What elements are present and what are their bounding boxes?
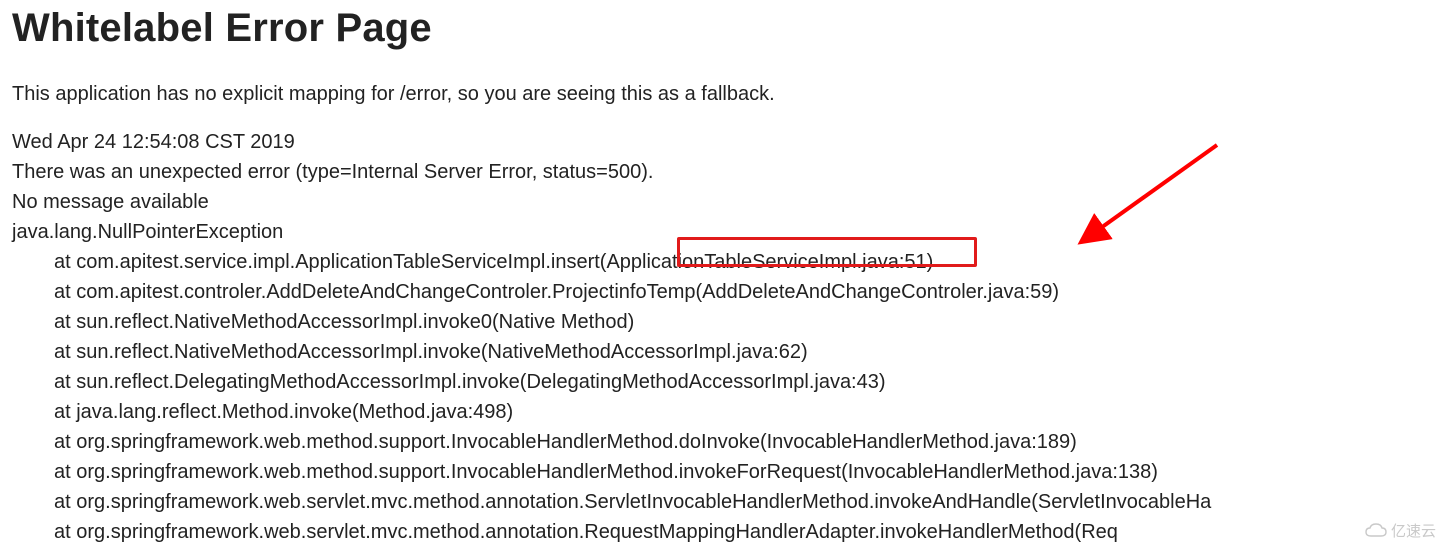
- stack-line: at org.springframework.web.method.suppor…: [12, 457, 1434, 487]
- stack-line: at org.springframework.web.servlet.mvc.m…: [12, 517, 1434, 547]
- timestamp: Wed Apr 24 12:54:08 CST 2019: [12, 127, 1434, 157]
- exception-class: java.lang.NullPointerException: [12, 217, 1434, 247]
- error-summary: There was an unexpected error (type=Inte…: [12, 157, 1434, 187]
- error-page: Whitelabel Error Page This application h…: [0, 0, 1446, 547]
- no-message: No message available: [12, 187, 1434, 217]
- stack-line: at com.apitest.service.impl.ApplicationT…: [12, 247, 1434, 277]
- fallback-message: This application has no explicit mapping…: [12, 79, 1434, 109]
- stack-line: at java.lang.reflect.Method.invoke(Metho…: [12, 397, 1434, 427]
- page-title: Whitelabel Error Page: [12, 6, 1434, 51]
- stack-trace: at com.apitest.service.impl.ApplicationT…: [12, 247, 1434, 547]
- stack-line: at org.springframework.web.method.suppor…: [12, 427, 1434, 457]
- stack-line: at sun.reflect.NativeMethodAccessorImpl.…: [12, 337, 1434, 367]
- stack-line: at sun.reflect.NativeMethodAccessorImpl.…: [12, 307, 1434, 337]
- stack-line: at com.apitest.controler.AddDeleteAndCha…: [12, 277, 1434, 307]
- stack-line: at org.springframework.web.servlet.mvc.m…: [12, 487, 1434, 517]
- stack-line: at sun.reflect.DelegatingMethodAccessorI…: [12, 367, 1434, 397]
